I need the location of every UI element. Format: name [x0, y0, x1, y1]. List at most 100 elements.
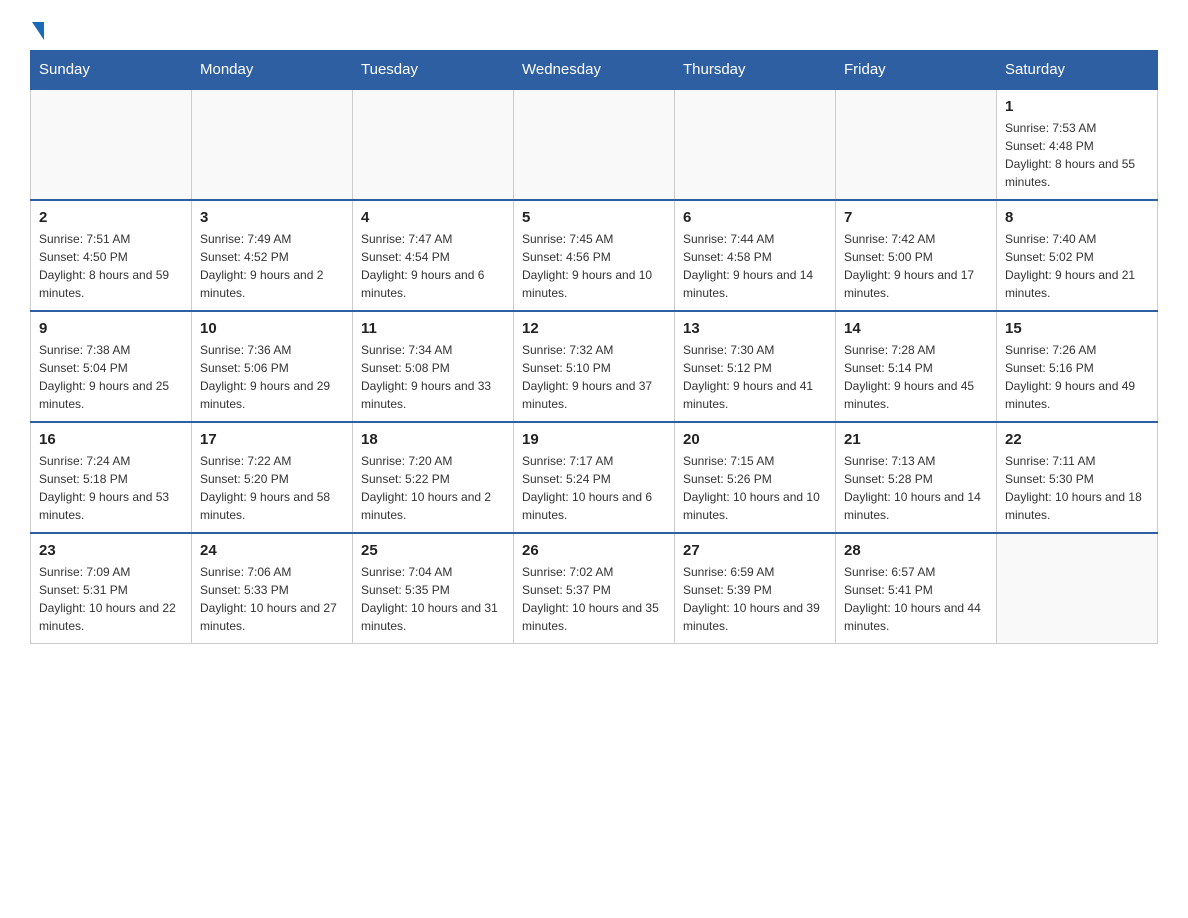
- day-info: Sunrise: 7:02 AM Sunset: 5:37 PM Dayligh…: [522, 563, 666, 635]
- day-info: Sunrise: 7:04 AM Sunset: 5:35 PM Dayligh…: [361, 563, 505, 635]
- day-number: 24: [200, 542, 344, 559]
- day-number: 3: [200, 209, 344, 226]
- calendar-header-row: SundayMondayTuesdayWednesdayThursdayFrid…: [31, 51, 1158, 90]
- day-info: Sunrise: 7:47 AM Sunset: 4:54 PM Dayligh…: [361, 230, 505, 302]
- day-number: 5: [522, 209, 666, 226]
- calendar-cell: [675, 89, 836, 200]
- day-number: 1: [1005, 98, 1149, 115]
- calendar-week-2: 2 Sunrise: 7:51 AM Sunset: 4:50 PM Daylig…: [31, 200, 1158, 311]
- day-number: 26: [522, 542, 666, 559]
- column-header-wednesday: Wednesday: [514, 51, 675, 90]
- day-number: 7: [844, 209, 988, 226]
- calendar-week-4: 16 Sunrise: 7:24 AM Sunset: 5:18 PM Dayli…: [31, 422, 1158, 533]
- calendar-cell: 16 Sunrise: 7:24 AM Sunset: 5:18 PM Dayli…: [31, 422, 192, 533]
- day-info: Sunrise: 7:45 AM Sunset: 4:56 PM Dayligh…: [522, 230, 666, 302]
- day-info: Sunrise: 7:36 AM Sunset: 5:06 PM Dayligh…: [200, 341, 344, 413]
- calendar-cell: 19 Sunrise: 7:17 AM Sunset: 5:24 PM Dayli…: [514, 422, 675, 533]
- calendar-cell: 20 Sunrise: 7:15 AM Sunset: 5:26 PM Dayli…: [675, 422, 836, 533]
- day-number: 10: [200, 320, 344, 337]
- calendar-week-5: 23 Sunrise: 7:09 AM Sunset: 5:31 PM Dayli…: [31, 533, 1158, 644]
- day-info: Sunrise: 7:30 AM Sunset: 5:12 PM Dayligh…: [683, 341, 827, 413]
- calendar-cell: 5 Sunrise: 7:45 AM Sunset: 4:56 PM Daylig…: [514, 200, 675, 311]
- day-number: 4: [361, 209, 505, 226]
- day-number: 22: [1005, 431, 1149, 448]
- calendar-cell: 11 Sunrise: 7:34 AM Sunset: 5:08 PM Dayli…: [353, 311, 514, 422]
- day-info: Sunrise: 6:59 AM Sunset: 5:39 PM Dayligh…: [683, 563, 827, 635]
- day-info: Sunrise: 7:40 AM Sunset: 5:02 PM Dayligh…: [1005, 230, 1149, 302]
- calendar-cell: 10 Sunrise: 7:36 AM Sunset: 5:06 PM Dayli…: [192, 311, 353, 422]
- day-number: 17: [200, 431, 344, 448]
- calendar-cell: 13 Sunrise: 7:30 AM Sunset: 5:12 PM Dayli…: [675, 311, 836, 422]
- page-header: [30, 20, 1158, 40]
- calendar-cell: 3 Sunrise: 7:49 AM Sunset: 4:52 PM Daylig…: [192, 200, 353, 311]
- day-info: Sunrise: 7:20 AM Sunset: 5:22 PM Dayligh…: [361, 452, 505, 524]
- day-info: Sunrise: 7:11 AM Sunset: 5:30 PM Dayligh…: [1005, 452, 1149, 524]
- calendar-cell: [514, 89, 675, 200]
- calendar-cell: 15Sunrise: 7:26 AM Sunset: 5:16 PM Dayli…: [997, 311, 1158, 422]
- day-info: Sunrise: 7:53 AM Sunset: 4:48 PM Dayligh…: [1005, 119, 1149, 191]
- calendar-cell: 12 Sunrise: 7:32 AM Sunset: 5:10 PM Dayli…: [514, 311, 675, 422]
- day-number: 12: [522, 320, 666, 337]
- calendar-cell: 8Sunrise: 7:40 AM Sunset: 5:02 PM Daylig…: [997, 200, 1158, 311]
- day-info: Sunrise: 7:32 AM Sunset: 5:10 PM Dayligh…: [522, 341, 666, 413]
- calendar-cell: [997, 533, 1158, 644]
- calendar-cell: 27 Sunrise: 6:59 AM Sunset: 5:39 PM Dayli…: [675, 533, 836, 644]
- column-header-friday: Friday: [836, 51, 997, 90]
- column-header-thursday: Thursday: [675, 51, 836, 90]
- calendar-cell: 18 Sunrise: 7:20 AM Sunset: 5:22 PM Dayli…: [353, 422, 514, 533]
- day-number: 28: [844, 542, 988, 559]
- column-header-tuesday: Tuesday: [353, 51, 514, 90]
- day-number: 18: [361, 431, 505, 448]
- day-number: 19: [522, 431, 666, 448]
- day-info: Sunrise: 7:28 AM Sunset: 5:14 PM Dayligh…: [844, 341, 988, 413]
- day-info: Sunrise: 7:09 AM Sunset: 5:31 PM Dayligh…: [39, 563, 183, 635]
- calendar-cell: 17 Sunrise: 7:22 AM Sunset: 5:20 PM Dayli…: [192, 422, 353, 533]
- day-info: Sunrise: 7:49 AM Sunset: 4:52 PM Dayligh…: [200, 230, 344, 302]
- day-info: Sunrise: 7:44 AM Sunset: 4:58 PM Dayligh…: [683, 230, 827, 302]
- calendar-cell: 23 Sunrise: 7:09 AM Sunset: 5:31 PM Dayli…: [31, 533, 192, 644]
- calendar-cell: [31, 89, 192, 200]
- calendar-cell: 14Sunrise: 7:28 AM Sunset: 5:14 PM Dayli…: [836, 311, 997, 422]
- calendar-cell: 25 Sunrise: 7:04 AM Sunset: 5:35 PM Dayli…: [353, 533, 514, 644]
- calendar-cell: 6 Sunrise: 7:44 AM Sunset: 4:58 PM Daylig…: [675, 200, 836, 311]
- day-info: Sunrise: 7:13 AM Sunset: 5:28 PM Dayligh…: [844, 452, 988, 524]
- day-number: 25: [361, 542, 505, 559]
- calendar-cell: 21 Sunrise: 7:13 AM Sunset: 5:28 PM Dayli…: [836, 422, 997, 533]
- calendar-table: SundayMondayTuesdayWednesdayThursdayFrid…: [30, 50, 1158, 644]
- day-number: 13: [683, 320, 827, 337]
- day-info: Sunrise: 7:38 AM Sunset: 5:04 PM Dayligh…: [39, 341, 183, 413]
- calendar-cell: 1 Sunrise: 7:53 AM Sunset: 4:48 PM Daylig…: [997, 89, 1158, 200]
- logo-arrow-icon: [32, 22, 44, 40]
- calendar-cell: 2 Sunrise: 7:51 AM Sunset: 4:50 PM Daylig…: [31, 200, 192, 311]
- column-header-monday: Monday: [192, 51, 353, 90]
- column-header-saturday: Saturday: [997, 51, 1158, 90]
- day-number: 21: [844, 431, 988, 448]
- calendar-cell: [836, 89, 997, 200]
- logo: [30, 20, 44, 40]
- day-info: Sunrise: 7:24 AM Sunset: 5:18 PM Dayligh…: [39, 452, 183, 524]
- calendar-cell: [353, 89, 514, 200]
- calendar-cell: 22 Sunrise: 7:11 AM Sunset: 5:30 PM Dayli…: [997, 422, 1158, 533]
- column-header-sunday: Sunday: [31, 51, 192, 90]
- day-info: Sunrise: 7:26 AM Sunset: 5:16 PM Dayligh…: [1005, 341, 1149, 413]
- day-info: Sunrise: 6:57 AM Sunset: 5:41 PM Dayligh…: [844, 563, 988, 635]
- calendar-cell: 4 Sunrise: 7:47 AM Sunset: 4:54 PM Daylig…: [353, 200, 514, 311]
- day-number: 20: [683, 431, 827, 448]
- calendar-cell: [192, 89, 353, 200]
- calendar-week-3: 9Sunrise: 7:38 AM Sunset: 5:04 PM Daylig…: [31, 311, 1158, 422]
- day-info: Sunrise: 7:17 AM Sunset: 5:24 PM Dayligh…: [522, 452, 666, 524]
- day-number: 11: [361, 320, 505, 337]
- calendar-cell: 24Sunrise: 7:06 AM Sunset: 5:33 PM Dayli…: [192, 533, 353, 644]
- day-info: Sunrise: 7:51 AM Sunset: 4:50 PM Dayligh…: [39, 230, 183, 302]
- day-info: Sunrise: 7:22 AM Sunset: 5:20 PM Dayligh…: [200, 452, 344, 524]
- day-number: 23: [39, 542, 183, 559]
- day-number: 27: [683, 542, 827, 559]
- day-number: 16: [39, 431, 183, 448]
- day-info: Sunrise: 7:42 AM Sunset: 5:00 PM Dayligh…: [844, 230, 988, 302]
- day-info: Sunrise: 7:34 AM Sunset: 5:08 PM Dayligh…: [361, 341, 505, 413]
- calendar-cell: 7 Sunrise: 7:42 AM Sunset: 5:00 PM Daylig…: [836, 200, 997, 311]
- day-number: 6: [683, 209, 827, 226]
- day-number: 2: [39, 209, 183, 226]
- day-info: Sunrise: 7:15 AM Sunset: 5:26 PM Dayligh…: [683, 452, 827, 524]
- calendar-week-1: 1 Sunrise: 7:53 AM Sunset: 4:48 PM Daylig…: [31, 89, 1158, 200]
